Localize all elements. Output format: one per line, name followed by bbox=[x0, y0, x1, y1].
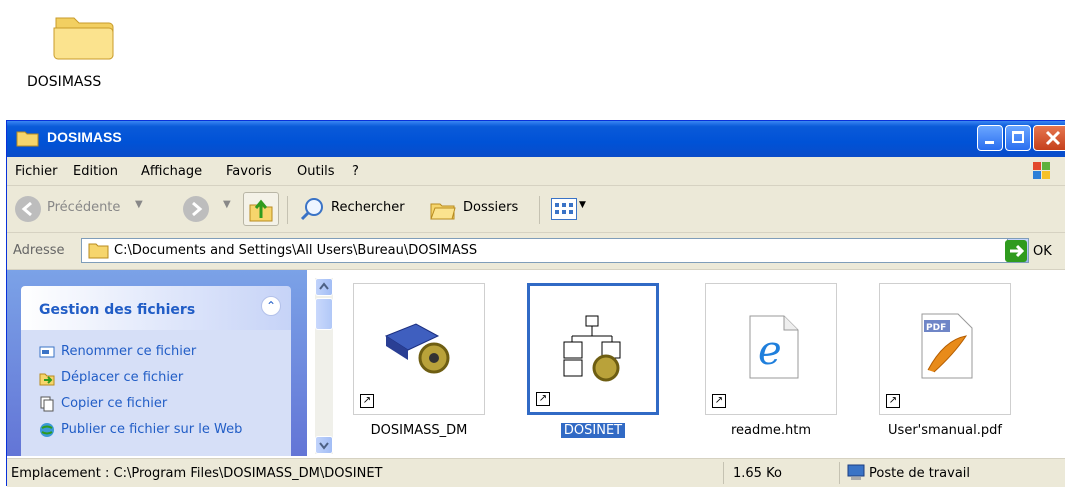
task-rename-file[interactable]: Renommer ce fichier bbox=[61, 344, 196, 359]
chevron-down-icon bbox=[319, 442, 329, 450]
title-bar[interactable]: DOSIMASS bbox=[7, 121, 1065, 157]
up-folder-icon bbox=[249, 199, 273, 222]
file-thumbnail[interactable]: PDF ↗ bbox=[879, 283, 1011, 415]
menu-bar: Fichier Edition Affichage Favoris Outils… bbox=[7, 157, 1065, 186]
close-icon bbox=[1045, 130, 1061, 146]
address-bar: Adresse C:\Documents and Settings\All Us… bbox=[7, 233, 1065, 270]
toolbar-separator bbox=[539, 196, 540, 224]
svg-text:PDF: PDF bbox=[926, 323, 946, 333]
back-label[interactable]: Précédente bbox=[47, 200, 120, 215]
address-value[interactable]: C:\Documents and Settings\All Users\Bure… bbox=[114, 243, 477, 258]
file-tasks-body: Renommer ce fichier Déplacer ce fichier … bbox=[21, 330, 291, 456]
folder-icon bbox=[88, 243, 109, 259]
menu-favoris[interactable]: Favoris bbox=[226, 164, 272, 179]
views-dropdown-icon[interactable]: ▼ bbox=[579, 200, 586, 210]
desktop-folder-icon[interactable] bbox=[48, 8, 128, 68]
explorer-window: DOSIMASS Fichier Edition Affichage Favor… bbox=[6, 120, 1065, 487]
menu-help[interactable]: ? bbox=[352, 164, 359, 179]
svg-text:e: e bbox=[758, 328, 782, 374]
back-button[interactable] bbox=[15, 196, 41, 222]
scroll-down-button[interactable] bbox=[315, 436, 333, 454]
shortcut-arrow-icon: ↗ bbox=[712, 394, 726, 408]
collapse-icon[interactable]: ⌃ bbox=[261, 296, 281, 316]
maximize-button[interactable] bbox=[1005, 125, 1031, 151]
search-icon[interactable] bbox=[299, 196, 325, 222]
vertical-scrollbar[interactable] bbox=[315, 278, 333, 454]
computer-icon bbox=[847, 464, 865, 482]
web-publish-icon bbox=[39, 422, 55, 438]
shortcut-arrow-icon: ↗ bbox=[536, 392, 550, 406]
chevron-up-icon bbox=[319, 282, 329, 290]
file-name[interactable]: DOSIMASS_DM bbox=[371, 423, 468, 438]
scroll-up-button[interactable] bbox=[315, 278, 333, 296]
pdf-icon: PDF bbox=[921, 313, 973, 379]
file-tasks-panel: Gestion des fichiers ⌃ Renommer ce fichi… bbox=[21, 286, 307, 456]
file-thumbnail[interactable]: ↗ bbox=[527, 283, 659, 415]
task-copy-file[interactable]: Copier ce fichier bbox=[61, 396, 167, 411]
up-folder-button[interactable] bbox=[243, 192, 279, 226]
toolbar-separator bbox=[287, 196, 288, 224]
task-pane: Gestion des fichiers ⌃ Renommer ce fichi… bbox=[7, 270, 307, 456]
back-arrow-icon bbox=[21, 201, 32, 217]
dosinet-icon bbox=[563, 315, 621, 382]
file-thumbnail[interactable]: ↗ bbox=[353, 283, 485, 415]
desktop-folder-label[interactable]: DOSIMASS bbox=[27, 74, 101, 90]
file-name[interactable]: DOSINET bbox=[560, 423, 626, 438]
file-thumbnail[interactable]: e ↗ bbox=[705, 283, 837, 415]
windows-logo-icon bbox=[1027, 160, 1057, 182]
menu-outils[interactable]: Outils bbox=[297, 164, 335, 179]
status-bar: Emplacement : C:\Program Files\DOSIMASS_… bbox=[7, 458, 1065, 487]
file-tasks-title[interactable]: Gestion des fichiers bbox=[39, 302, 195, 318]
status-separator bbox=[839, 462, 840, 484]
forward-button[interactable] bbox=[183, 196, 209, 222]
search-button[interactable]: Rechercher bbox=[331, 200, 405, 215]
status-separator bbox=[723, 462, 724, 484]
go-button[interactable]: OK bbox=[1033, 244, 1052, 259]
copy-icon bbox=[39, 396, 55, 412]
maximize-icon bbox=[1012, 131, 1024, 143]
toolbar: Précédente ▼ ▼ Rechercher Dossiers ▼ bbox=[7, 186, 1065, 233]
address-field[interactable]: C:\Documents and Settings\All Users\Bure… bbox=[81, 238, 1029, 263]
menu-affichage[interactable]: Affichage bbox=[141, 164, 202, 179]
forward-dropdown-icon[interactable]: ▼ bbox=[223, 199, 231, 210]
dosimass-dm-icon bbox=[384, 323, 450, 374]
minimize-button[interactable] bbox=[977, 125, 1003, 151]
views-icon[interactable] bbox=[551, 198, 577, 220]
internet-explorer-icon: e bbox=[749, 315, 799, 379]
menu-fichier[interactable]: Fichier bbox=[15, 164, 58, 179]
folder-icon bbox=[16, 129, 40, 147]
status-zone: Poste de travail bbox=[869, 466, 971, 481]
move-icon bbox=[39, 370, 55, 386]
go-arrow-icon[interactable] bbox=[1005, 240, 1029, 262]
folders-button[interactable]: Dossiers bbox=[463, 200, 518, 215]
menu-edition[interactable]: Edition bbox=[73, 164, 118, 179]
file-tasks-header[interactable]: Gestion des fichiers ⌃ bbox=[21, 286, 291, 330]
status-location: Emplacement : C:\Program Files\DOSIMASS_… bbox=[11, 466, 383, 481]
scroll-thumb[interactable] bbox=[315, 298, 333, 330]
rename-icon bbox=[39, 344, 55, 360]
status-size: 1.65 Ko bbox=[733, 466, 782, 481]
file-name[interactable]: readme.htm bbox=[731, 423, 811, 438]
forward-arrow-icon bbox=[192, 201, 203, 217]
folders-icon[interactable] bbox=[429, 196, 459, 222]
address-label: Adresse bbox=[13, 243, 65, 258]
minimize-icon bbox=[985, 141, 994, 144]
close-button[interactable] bbox=[1033, 125, 1065, 151]
file-name[interactable]: User'smanual.pdf bbox=[888, 423, 1002, 438]
window-title: DOSIMASS bbox=[47, 129, 122, 145]
back-dropdown-icon[interactable]: ▼ bbox=[135, 199, 143, 210]
shortcut-arrow-icon: ↗ bbox=[360, 394, 374, 408]
shortcut-arrow-icon: ↗ bbox=[886, 394, 900, 408]
task-move-file[interactable]: Déplacer ce fichier bbox=[61, 370, 183, 385]
task-publish-web[interactable]: Publier ce fichier sur le Web bbox=[61, 422, 242, 437]
